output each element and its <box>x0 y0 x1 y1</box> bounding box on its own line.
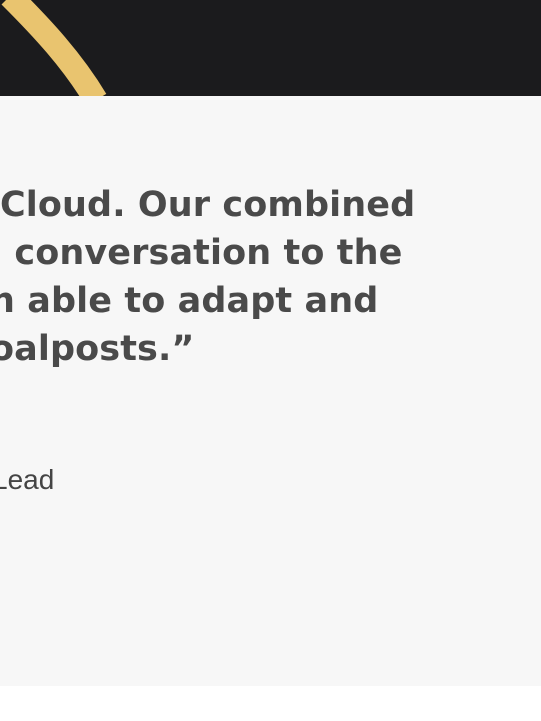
testimonial-quote: Cloud. Our combined l conversation to th… <box>0 181 541 373</box>
hero-banner <box>0 0 541 96</box>
quote-line-2: l conversation to the <box>0 233 403 273</box>
testimonial-author-role: Lead <box>0 464 55 495</box>
quote-line-3: n able to adapt and <box>0 281 379 321</box>
hero-banner-graphic <box>0 0 541 96</box>
page: Cloud. Our combined l conversation to th… <box>0 0 541 721</box>
quote-line-4: oalposts.” <box>0 329 195 369</box>
quote-line-1: Cloud. Our combined <box>0 185 416 225</box>
